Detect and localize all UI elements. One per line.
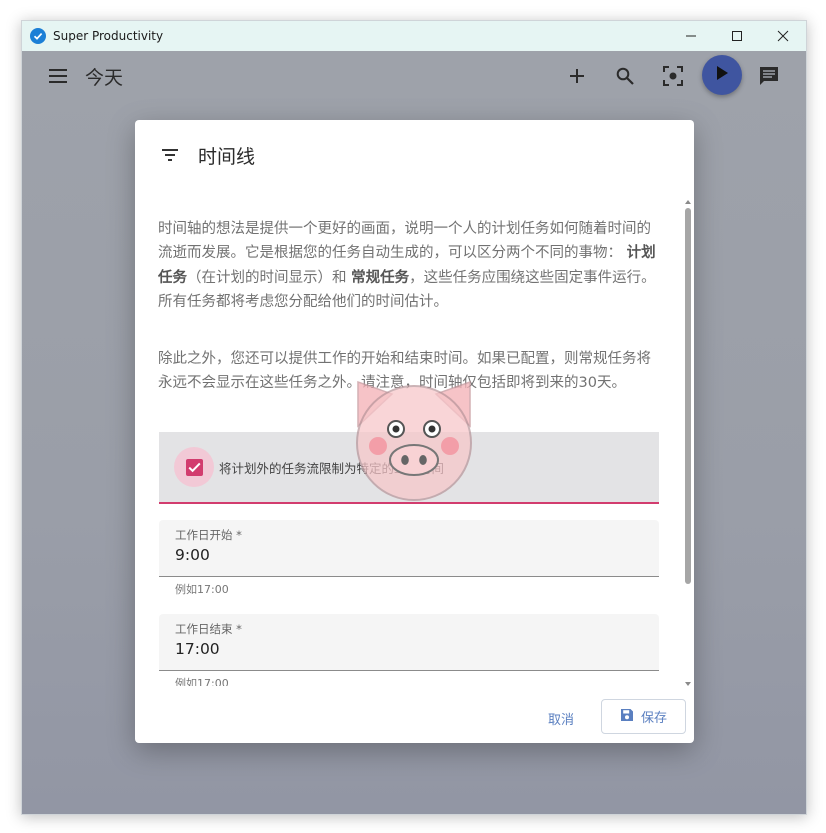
search-icon[interactable] bbox=[613, 64, 637, 88]
scroll-up-icon[interactable] bbox=[685, 200, 691, 204]
hamburger-menu-icon[interactable] bbox=[46, 64, 70, 88]
page-title: 今天 bbox=[85, 67, 124, 89]
work-end-label: 工作日结束 * bbox=[175, 622, 242, 636]
pig-face-icon bbox=[352, 376, 476, 502]
work-start-value[interactable]: 9:00 bbox=[175, 546, 210, 564]
add-icon[interactable] bbox=[565, 64, 589, 88]
close-button[interactable] bbox=[760, 21, 806, 51]
app-check-icon bbox=[30, 28, 46, 44]
dialog-header: 时间线 bbox=[135, 120, 694, 190]
intro-text-2: （在计划的时间显示）和 bbox=[187, 269, 347, 286]
dialog-scrollbar[interactable] bbox=[684, 200, 692, 686]
play-button[interactable] bbox=[702, 55, 742, 95]
dialog-title: 时间线 bbox=[198, 146, 256, 168]
intro-text-1: 时间轴的想法是提供一个更好的画面，说明一个人的计划任务如何随着时间的流逝而发展。… bbox=[158, 221, 651, 262]
app-window: Super Productivity 今天 时间线 时间轴的想法是提供一个更好的… bbox=[21, 20, 807, 815]
scrollbar-thumb[interactable] bbox=[685, 208, 691, 584]
cancel-button[interactable]: 取消 bbox=[537, 701, 585, 735]
work-end-field[interactable]: 工作日结束 * 17:00 bbox=[159, 614, 659, 671]
dialog-actions: 取消 保存 bbox=[135, 693, 694, 743]
chat-icon[interactable] bbox=[757, 64, 781, 88]
work-start-field[interactable]: 工作日开始 * 9:00 bbox=[159, 520, 659, 577]
work-end-value[interactable]: 17:00 bbox=[175, 640, 220, 658]
intro-paragraph: 时间轴的想法是提供一个更好的画面，说明一个人的计划任务如何随着时间的流逝而发展。… bbox=[158, 217, 656, 314]
maximize-button[interactable] bbox=[714, 21, 760, 51]
regular-tasks-term: 常规任务 bbox=[351, 269, 410, 286]
save-label: 保存 bbox=[640, 711, 667, 726]
title-bar: Super Productivity bbox=[22, 21, 806, 51]
main-toolbar: 今天 bbox=[22, 51, 806, 101]
minimize-button[interactable] bbox=[668, 21, 714, 51]
app-content: 今天 时间线 时间轴的想法是提供一个更好的画面，说明一个人的计划任务如何随着时间… bbox=[22, 51, 806, 814]
filter-icon bbox=[160, 147, 180, 163]
play-icon bbox=[715, 65, 729, 85]
work-end-hint: 例如17:00 bbox=[175, 677, 229, 686]
save-button[interactable]: 保存 bbox=[601, 699, 686, 734]
checkmark-icon bbox=[185, 458, 203, 476]
window-title: Super Productivity bbox=[53, 29, 164, 43]
scroll-down-icon[interactable] bbox=[685, 682, 691, 686]
save-icon bbox=[620, 708, 634, 726]
focus-icon[interactable] bbox=[661, 64, 685, 88]
work-start-hint: 例如17:00 bbox=[175, 583, 229, 596]
work-start-label: 工作日开始 * bbox=[175, 528, 242, 542]
limit-work-hours-checkbox[interactable] bbox=[174, 447, 214, 487]
